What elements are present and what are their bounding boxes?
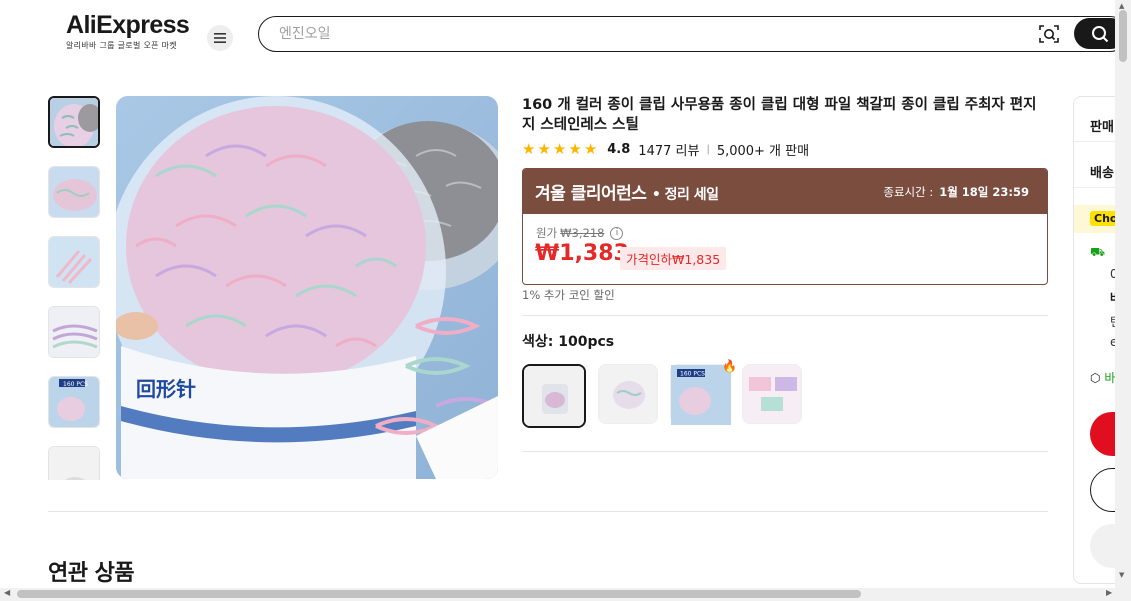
separator: | <box>706 143 710 155</box>
scroll-up-icon[interactable]: ▲ <box>1119 2 1124 10</box>
product-title: 160 개 컬러 종이 클립 사무용품 종이 클립 대형 파일 책갈피 종이 클… <box>522 97 1037 133</box>
thumbnail-5[interactable]: 160 PCS <box>48 376 100 428</box>
scrollbar-thumb[interactable] <box>17 590 861 598</box>
thumbnail-3[interactable] <box>48 236 100 288</box>
rating-score: 4.8 <box>607 141 631 157</box>
hot-icon: 🔥 <box>722 359 737 373</box>
star-icon: ★ <box>522 139 536 158</box>
star-icon: ★ <box>537 139 551 158</box>
sale-end-value: 1월 18일 23:59 <box>939 184 1029 199</box>
thumbnail-2[interactable] <box>48 166 100 218</box>
variant-option-4[interactable] <box>742 364 802 424</box>
variant-option-3[interactable]: 160 PCS 🔥 <box>670 359 737 425</box>
thumbnail-6[interactable] <box>48 446 100 480</box>
search-input[interactable] <box>279 17 979 50</box>
seller-label[interactable]: 판매 <box>1090 116 1114 135</box>
sold-count: 5,000+ 개 판매 <box>716 143 810 159</box>
scroll-down-icon[interactable]: ▼ <box>1119 571 1124 579</box>
rating-row: ★ ★ ★ ★ ★ 4.8 1477 리뷰 | 5,000+ 개 판매 <box>522 139 810 159</box>
variant-list: 160 PCS 🔥 <box>522 359 802 428</box>
variant-option-2[interactable] <box>598 364 658 424</box>
star-icon: ★ <box>583 139 598 158</box>
variant-label: 색상: 100pcs <box>522 334 615 350</box>
sale-name: 겨울 클리어런스 • 정리 세일 <box>535 179 719 204</box>
truck-icon: ⛟ <box>1090 245 1106 259</box>
variant-image <box>524 366 584 426</box>
variant-image <box>599 365 657 423</box>
box-icon: ⬡ 바 <box>1090 371 1116 385</box>
divider <box>522 451 1048 452</box>
search-bar <box>258 16 1128 52</box>
svg-text:160 PCS: 160 PCS <box>63 381 88 388</box>
discount-badge: 가격인하₩1,835 <box>620 247 727 270</box>
svg-text:回形针: 回形针 <box>136 377 196 401</box>
shipping-label: 배송 <box>1090 166 1114 181</box>
variant-option-1[interactable] <box>522 364 586 428</box>
variant-image <box>743 365 801 423</box>
sale-price: ₩1,383 <box>535 241 629 266</box>
product-photo: 回形针 <box>116 96 498 479</box>
thumbnail-image <box>49 167 99 217</box>
aliexpress-logo[interactable]: AliExpress 알리바바 그룹 글로벌 오픈 마켓 <box>66 11 190 51</box>
logo-text: AliExpress <box>66 11 190 39</box>
return-text: 바 <box>1104 371 1116 385</box>
image-search-icon[interactable] <box>1038 23 1060 45</box>
divider <box>522 315 1048 316</box>
main-product-image[interactable]: 回形针 <box>116 96 498 479</box>
related-products-heading: 연관 상품 <box>48 561 135 586</box>
thumbnail-image <box>49 307 99 357</box>
sale-title: 겨울 클리어런스 <box>535 184 647 204</box>
vertical-scrollbar[interactable]: ▲ ▼ <box>1115 0 1131 588</box>
scroll-right-icon[interactable]: ▶ <box>1106 588 1112 597</box>
thumbnail-list: 160 PCS <box>48 96 102 480</box>
divider <box>48 511 1048 512</box>
menu-button[interactable] <box>207 25 233 51</box>
sale-end-label: 종료시간 : <box>883 184 934 199</box>
star-icon: ★ <box>552 139 567 158</box>
info-icon[interactable]: i <box>610 226 624 240</box>
star-icon: ★ <box>568 139 582 158</box>
sale-box: 겨울 클리어런스 • 정리 세일 종료시간 : 1월 18일 23:59 원가 ₩… <box>522 168 1048 285</box>
sale-end-time: 종료시간 : 1월 18일 23:59 <box>883 184 1029 200</box>
search-icon <box>1092 25 1109 42</box>
logo-subtitle: 알리바바 그룹 글로벌 오픈 마켓 <box>66 41 177 50</box>
hamburger-icon <box>214 33 226 43</box>
thumbnail-image <box>49 237 99 287</box>
variant-image: 160 PCS <box>671 365 731 425</box>
scrollbar-thumb[interactable] <box>1119 10 1127 62</box>
star-rating: ★ ★ ★ ★ ★ <box>522 139 598 158</box>
thumbnail-image <box>50 98 98 146</box>
page: AliExpress 알리바바 그룹 글로벌 오픈 마켓 엔진오일 160 PC… <box>0 0 1131 601</box>
review-count[interactable]: 1477 리뷰 <box>638 140 699 159</box>
thumbnail-4[interactable] <box>48 306 100 358</box>
original-price-row: 원가 ₩3,218 i <box>536 225 624 241</box>
thumbnail-image <box>49 447 99 480</box>
original-price: ₩3,218 <box>560 226 605 240</box>
thumbnail-image: 160 PCS <box>49 377 99 427</box>
sale-subtitle: • 정리 세일 <box>651 187 719 203</box>
svg-text:160 PCS: 160 PCS <box>680 371 705 378</box>
coin-discount-note: 1% 추가 코인 할인 <box>522 288 615 302</box>
thumbnail-1[interactable] <box>48 96 100 148</box>
horizontal-scrollbar[interactable]: ◀ ▶ <box>0 588 1131 601</box>
scroll-left-icon[interactable]: ◀ <box>4 588 10 597</box>
sale-header: 겨울 클리어런스 • 정리 세일 종료시간 : 1월 18일 23:59 <box>523 169 1047 214</box>
original-price-label: 원가 <box>536 226 558 240</box>
